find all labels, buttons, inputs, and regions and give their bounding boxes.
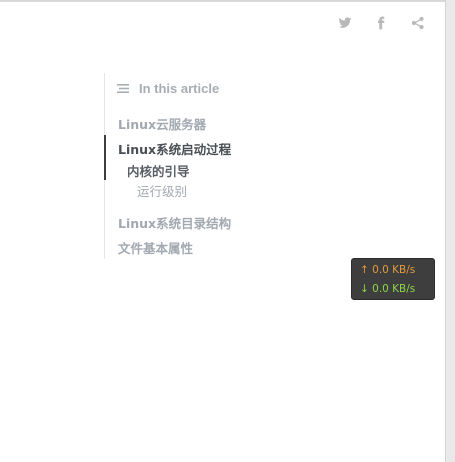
toc-item-linux-directory-structure[interactable]: Linux系统目录结构 — [118, 213, 231, 232]
toc-item-kernel-boot[interactable]: 内核的引导 — [127, 161, 190, 180]
list-icon — [117, 84, 129, 93]
toc-item-file-attributes[interactable]: 文件基本属性 — [118, 238, 193, 257]
share-icon[interactable] — [411, 16, 425, 30]
toc-item-linux-boot-process[interactable]: Linux系统启动过程 — [118, 139, 231, 158]
network-speed-widget[interactable]: ↑ 0.0 KB/s ↓ 0.0 KB/s — [351, 258, 435, 300]
twitter-icon[interactable] — [338, 16, 352, 30]
toc-active-indicator — [104, 135, 106, 180]
download-speed: ↓ 0.0 KB/s — [360, 283, 416, 295]
toc-item-runlevel[interactable]: 运行级别 — [137, 181, 187, 200]
toc-item-linux-cloud-server[interactable]: Linux云服务器 — [118, 114, 206, 133]
facebook-icon[interactable] — [374, 16, 388, 30]
table-of-contents: In this article Linux云服务器 Linux系统启动过程 内核… — [104, 73, 305, 259]
toc-header: In this article — [117, 81, 219, 96]
toc-header-label: In this article — [139, 81, 220, 96]
upload-speed: ↑ 0.0 KB/s — [360, 264, 416, 276]
top-border — [0, 0, 445, 2]
vertical-scrollbar[interactable] — [445, 0, 455, 462]
